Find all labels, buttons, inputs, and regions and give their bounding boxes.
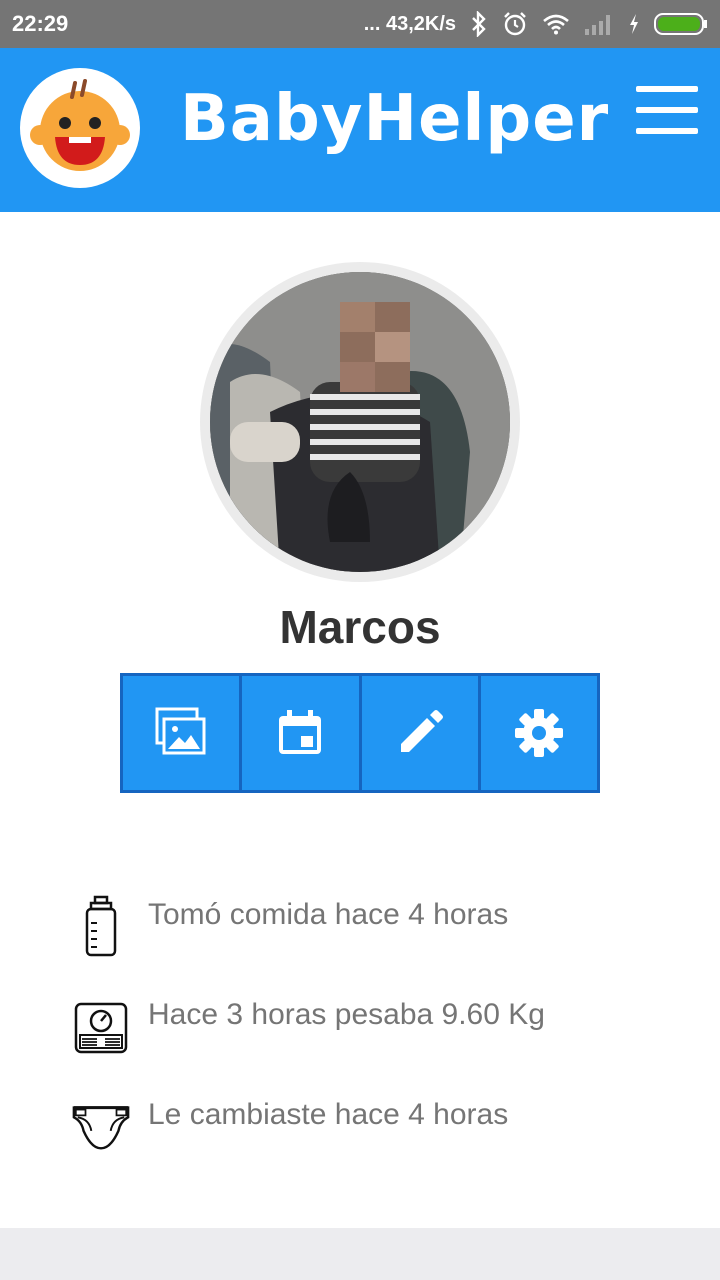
wifi-icon <box>542 13 570 35</box>
settings-icon <box>514 709 563 757</box>
avatar[interactable] <box>210 272 510 572</box>
photos-button[interactable] <box>123 676 240 790</box>
feeding-text: Tomó comida hace 4 horas <box>148 898 509 931</box>
app-title: BabyHelper <box>180 82 610 156</box>
bluetooth-icon <box>470 11 488 37</box>
feeding-info: Tomó comida hace 4 horas <box>70 895 670 966</box>
status-bar: 22:29 ... 43,2K/s <box>0 0 720 48</box>
hamburger-line <box>636 107 698 113</box>
diaper-info: Le cambiaste hace 4 horas <box>70 1096 670 1166</box>
action-toolbar <box>120 673 600 793</box>
app-bar: BabyHelper <box>0 48 720 212</box>
weight-info: Hace 3 horas pesaba 9.60 Kg <box>70 996 670 1066</box>
photos-icon <box>155 707 206 755</box>
diaper-text: Le cambiaste hace 4 horas <box>148 1098 509 1131</box>
charging-icon <box>628 13 640 35</box>
status-time: 22:29 <box>12 11 69 36</box>
hamburger-line <box>636 86 698 92</box>
bottom-bar <box>0 1228 720 1280</box>
settings-button[interactable] <box>480 676 597 790</box>
baby-photo <box>210 272 510 572</box>
edit-icon <box>400 710 443 752</box>
hamburger-line <box>636 128 698 134</box>
menu-button[interactable] <box>636 86 698 134</box>
network-speed: ... 43,2K/s <box>363 12 456 35</box>
status-icons: ... 43,2K/s <box>364 11 708 37</box>
diaper-icon <box>70 1096 132 1158</box>
calendar-button[interactable] <box>242 676 359 790</box>
weight-text: Hace 3 horas pesaba 9.60 Kg <box>148 998 545 1031</box>
calendar-icon <box>279 710 322 754</box>
baby-face-icon <box>30 79 130 171</box>
baby-bottle-icon <box>70 895 132 958</box>
app-logo <box>20 68 140 188</box>
baby-name: Marcos <box>279 601 441 653</box>
scale-icon <box>70 996 132 1058</box>
battery-icon <box>654 12 708 36</box>
signal-icon <box>584 13 614 35</box>
alarm-icon <box>502 11 528 37</box>
edit-button[interactable] <box>361 676 478 790</box>
